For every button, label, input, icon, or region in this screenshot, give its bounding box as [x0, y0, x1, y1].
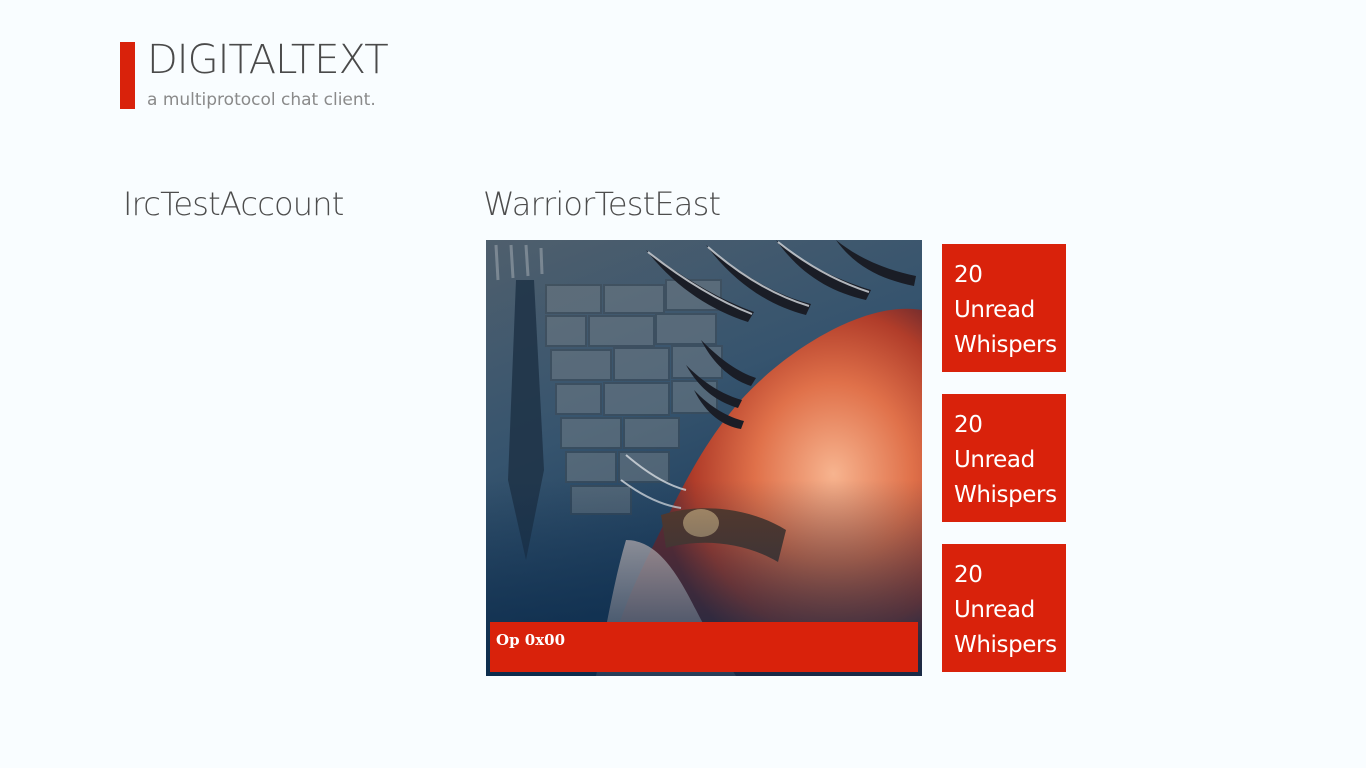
unread-whispers-tile[interactable]: 20 Unread Whispers [942, 394, 1066, 522]
whisper-count: 20 [954, 562, 983, 588]
whisper-label-line2: Whispers [954, 632, 1057, 658]
app-title: DIGITALTEXT [147, 37, 389, 83]
account-header-irc[interactable]: IrcTestAccount [123, 184, 344, 224]
whisper-label-line2: Whispers [954, 332, 1057, 358]
unread-whispers-tile[interactable]: 20 Unread Whispers [942, 244, 1066, 372]
whisper-count: 20 [954, 262, 983, 288]
app-subtitle: a multiprotocol chat client. [147, 90, 376, 110]
channel-caption-bar: Op 0x00 [490, 622, 918, 672]
account-header-warrior[interactable]: WarriorTestEast [483, 184, 721, 224]
brand-accent-bar [120, 42, 135, 109]
diablo-art-image [486, 240, 922, 676]
whisper-label-line1: Unread [954, 297, 1035, 323]
whisper-count: 20 [954, 412, 983, 438]
unread-whispers-tile[interactable]: 20 Unread Whispers [942, 544, 1066, 672]
whisper-label-line1: Unread [954, 447, 1035, 473]
channel-tile[interactable]: Op 0x00 [486, 240, 922, 676]
whisper-label-line2: Whispers [954, 482, 1057, 508]
whisper-label-line1: Unread [954, 597, 1035, 623]
channel-caption: Op 0x00 [496, 631, 566, 649]
